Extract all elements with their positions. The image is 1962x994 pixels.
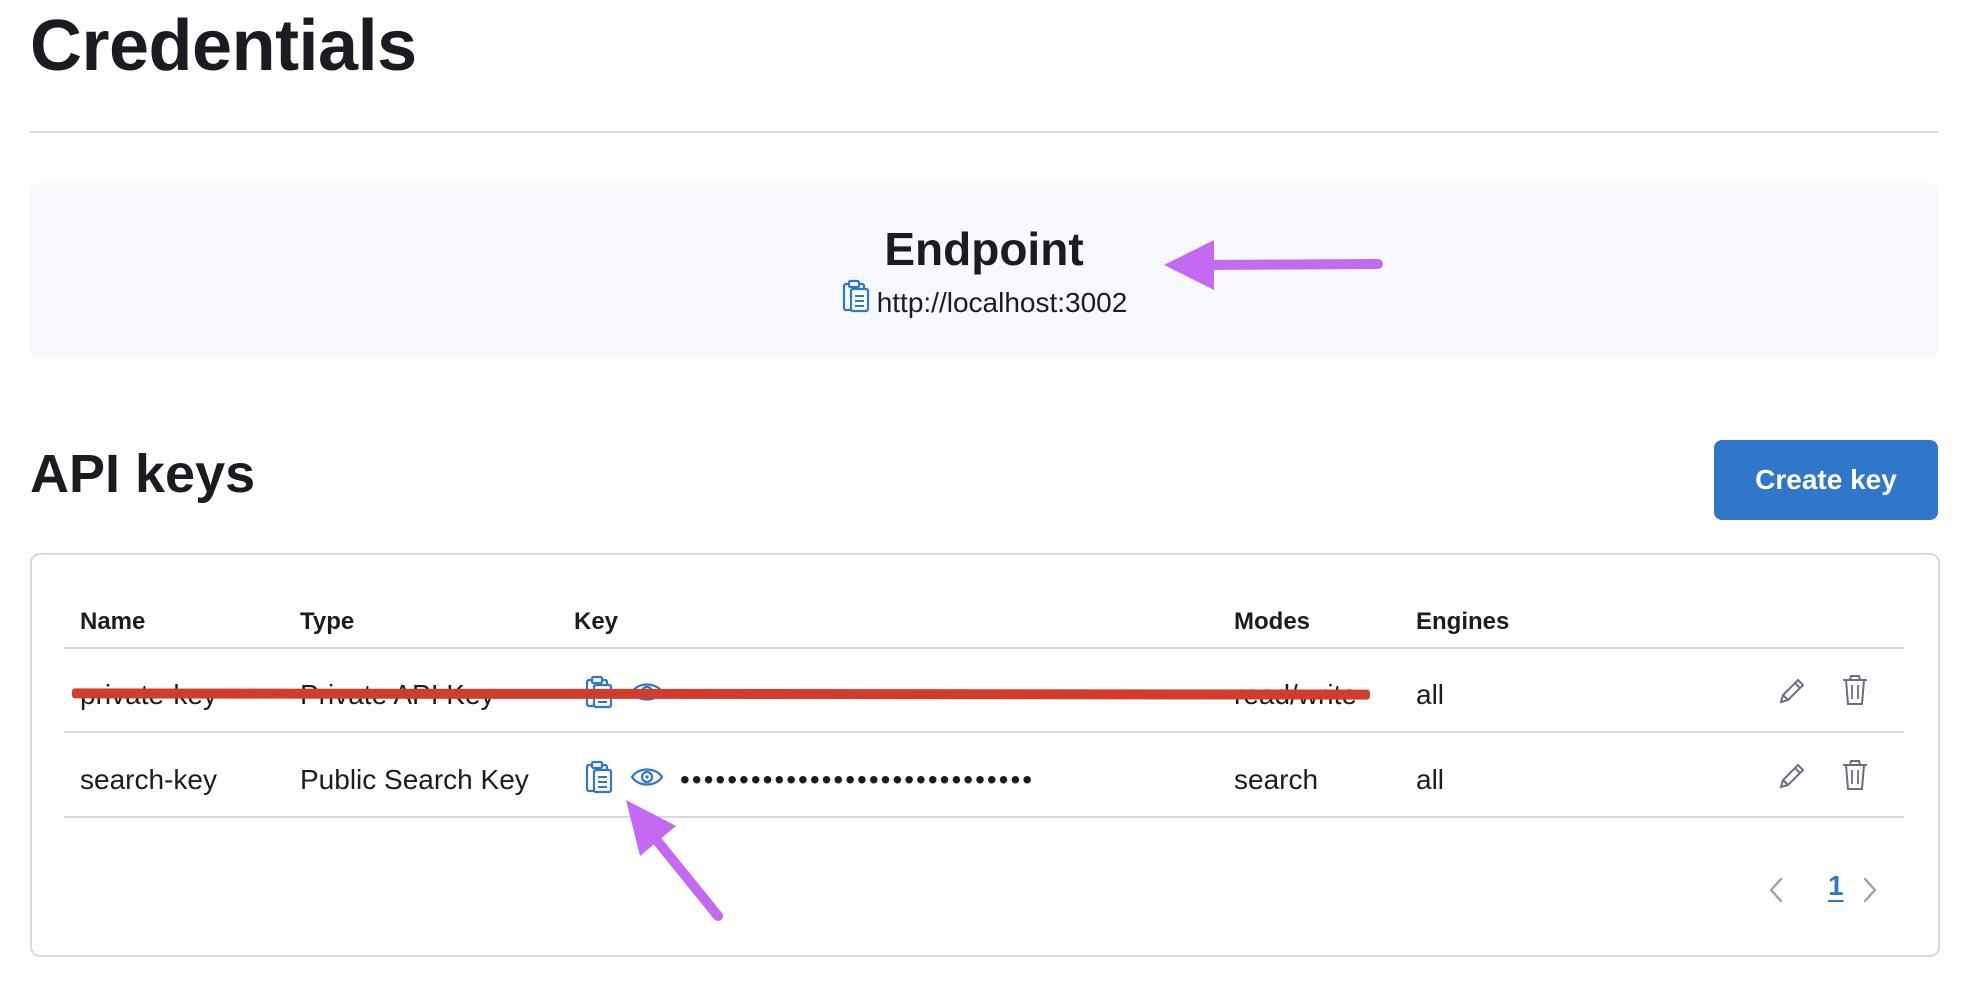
api-keys-table: Name Type Key Modes Engines private-key … [30,553,1940,957]
clipboard-icon[interactable] [841,279,871,324]
endpoint-title: Endpoint [884,223,1084,275]
page-title: Credentials [30,6,417,86]
row-divider [64,816,1904,818]
api-keys-title: API keys [30,444,256,504]
strikethrough-annotation [71,688,1371,700]
eye-icon[interactable] [630,764,664,795]
key-modes-cell: search [1234,764,1319,795]
pagination-page-1[interactable]: 1 [1828,870,1844,902]
trash-icon[interactable] [1840,673,1870,712]
title-divider [30,131,1938,133]
endpoint-url: http://localhost:3002 [876,287,1128,318]
endpoint-url-row: http://localhost:3002 [30,280,1938,324]
column-header-key: Key [574,608,619,635]
column-header-engines: Engines [1416,608,1510,635]
masked-key-value: •••••••••••••••••••••••••••••• [680,764,1035,795]
endpoint-panel: Endpoint http://localhost:3002 [30,183,1938,359]
column-header-type[interactable]: Type [300,605,354,639]
key-engines-cell: all [1416,679,1445,710]
pencil-icon[interactable] [1776,760,1808,797]
clipboard-icon[interactable] [584,760,614,799]
create-key-button[interactable]: Create key [1714,440,1938,520]
chevron-right-icon[interactable] [1858,873,1882,912]
column-header-name[interactable]: Name [80,605,145,639]
row-divider [64,731,1904,733]
key-name-cell: search-key [80,764,217,795]
header-divider [64,647,1904,649]
trash-icon[interactable] [1840,758,1870,797]
chevron-left-icon[interactable] [1764,873,1788,912]
pencil-icon[interactable] [1776,675,1808,712]
key-type-cell: Public Search Key [300,764,529,795]
column-header-modes[interactable]: Modes [1234,605,1310,639]
key-engines-cell: all [1416,764,1445,795]
